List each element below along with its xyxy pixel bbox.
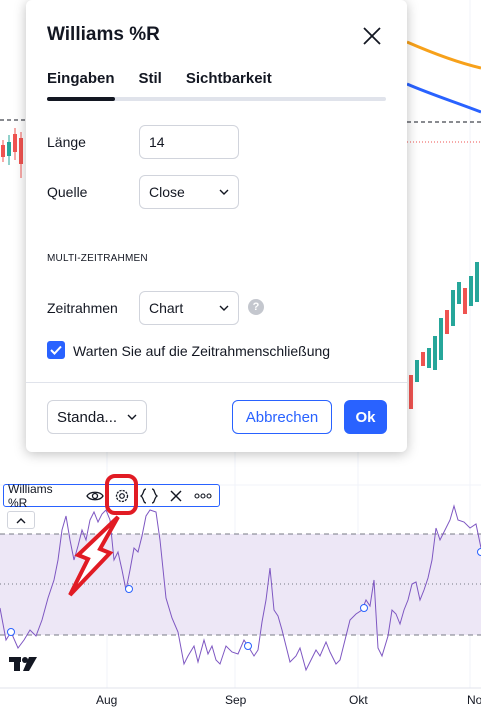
help-icon[interactable]: ?	[248, 299, 264, 315]
close-icon[interactable]	[362, 26, 382, 46]
source-select[interactable]: Close	[139, 175, 239, 209]
dialog-title: Williams %R	[47, 24, 160, 45]
time-axis-label: Okt	[349, 693, 368, 707]
section-header: MULTI-ZEITRAHMEN	[47, 253, 148, 264]
collapse-pane-button[interactable]	[7, 511, 35, 529]
defaults-value: Standa...	[57, 408, 118, 426]
candles-right	[409, 262, 479, 409]
chevron-down-icon	[127, 414, 137, 420]
active-tab-indicator	[47, 97, 115, 101]
code-braces-icon[interactable]	[138, 486, 159, 506]
length-input[interactable]: 14	[139, 125, 239, 159]
chevron-up-icon	[16, 517, 26, 523]
source-label: Quelle	[47, 184, 88, 200]
tab-stil[interactable]: Stil	[139, 70, 162, 87]
indicator-settings-dialog: Williams %R Eingaben Stil Sichtbarkeit L…	[26, 0, 407, 452]
source-value: Close	[149, 184, 185, 200]
ok-button[interactable]: Ok	[344, 400, 387, 434]
time-axis-label: Sep	[225, 693, 247, 707]
timeframe-label: Zeitrahmen	[47, 300, 118, 316]
length-label: Länge	[47, 134, 86, 150]
wr-point	[7, 628, 15, 636]
dialog-footer-divider	[26, 382, 407, 383]
close-icon[interactable]	[165, 486, 186, 506]
chevron-down-icon	[219, 189, 229, 195]
checkmark-icon	[50, 345, 62, 355]
time-axis-label: Aug	[96, 693, 118, 707]
chevron-down-icon	[219, 305, 229, 311]
annotation-arrow-icon	[68, 515, 120, 597]
indicator-name[interactable]: Williams %R	[8, 482, 72, 510]
tradingview-logo[interactable]	[9, 655, 41, 680]
wr-point	[360, 604, 368, 612]
candles-left	[1, 128, 23, 178]
defaults-select[interactable]: Standa...	[47, 400, 147, 434]
wait-timeframe-label[interactable]: Warten Sie auf die Zeitrahmenschließung	[73, 343, 330, 359]
timeframe-select[interactable]: Chart	[139, 291, 239, 325]
length-value: 14	[149, 134, 165, 150]
time-axis-label: No	[467, 693, 481, 707]
timeframe-value: Chart	[149, 300, 184, 316]
cancel-button[interactable]: Abbrechen	[232, 400, 332, 434]
tab-sichtbarkeit[interactable]: Sichtbarkeit	[186, 70, 272, 87]
tab-eingaben[interactable]: Eingaben	[47, 70, 115, 87]
dialog-tabs: Eingaben Stil Sichtbarkeit	[47, 70, 296, 87]
annotation-highlight-ring	[105, 474, 138, 515]
more-icon[interactable]	[192, 486, 213, 506]
wr-point	[477, 548, 481, 556]
wait-timeframe-checkbox[interactable]	[47, 341, 65, 359]
wr-point	[244, 642, 252, 650]
eye-icon[interactable]	[84, 486, 105, 506]
